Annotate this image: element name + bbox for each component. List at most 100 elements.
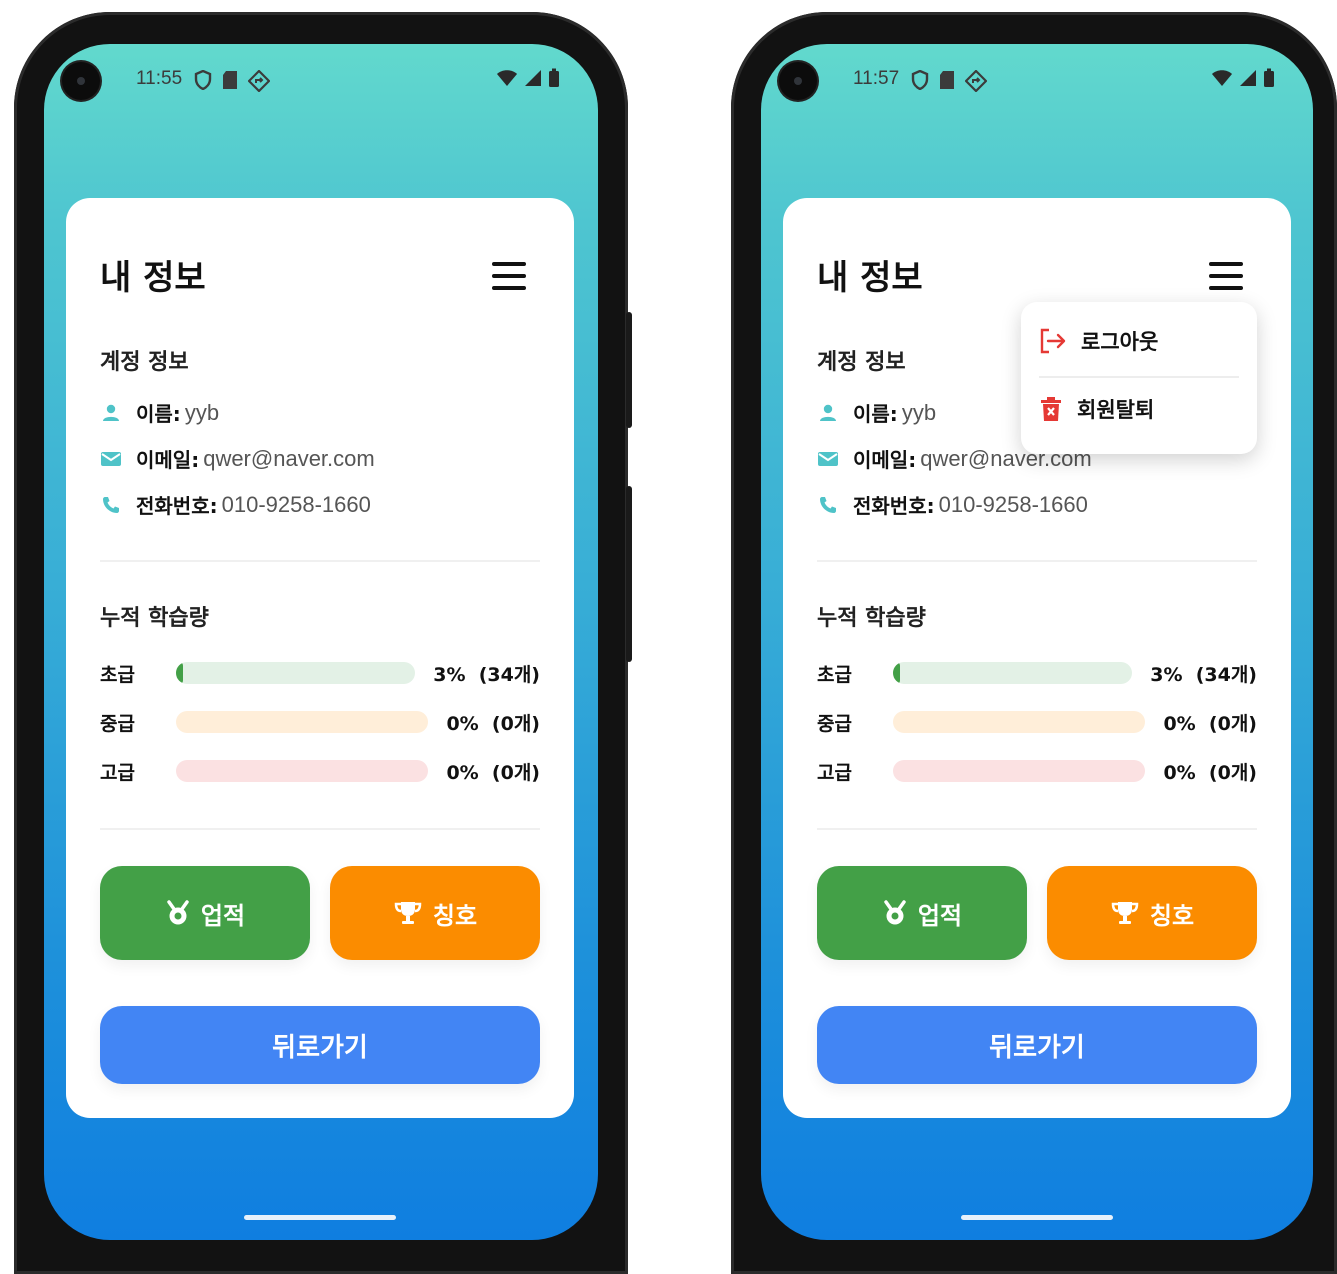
front-camera — [779, 62, 817, 100]
front-camera — [62, 62, 100, 100]
withdraw-menu-item[interactable]: 회원탈퇴 — [1039, 394, 1154, 424]
back-label: 뒤로가기 — [272, 1032, 368, 1063]
progress-fill — [176, 662, 184, 684]
divider — [817, 560, 1257, 562]
phone-icon — [100, 494, 122, 516]
email-row: 이메일: qwer@naver.com — [100, 444, 375, 473]
achievements-label: 업적 — [200, 901, 246, 930]
progress-track — [176, 662, 416, 684]
progress-track — [176, 711, 429, 733]
status-right-icons — [1211, 68, 1275, 88]
progress-text: 0% (0개) — [446, 712, 540, 735]
progress-label: 고급 — [817, 761, 852, 784]
progress-text: 3% (34개) — [1150, 663, 1257, 686]
menu-button[interactable] — [1209, 262, 1243, 290]
achievements-label: 업적 — [917, 901, 963, 930]
progress-row-intermediate: 중급 0% (0개) — [100, 707, 540, 737]
achievements-button[interactable]: 업적 — [817, 866, 1027, 960]
progress-row-beginner: 초급 3% (34개) — [100, 658, 540, 688]
shield-icon — [194, 70, 212, 90]
titles-button[interactable]: 칭호 — [330, 866, 540, 960]
profile-card: 내 정보 계정 정보 이름: yyb 이메일: qwer@naver.com 전… — [783, 198, 1291, 1118]
back-button[interactable]: 뒤로가기 — [100, 1006, 540, 1084]
wifi-icon — [1212, 70, 1232, 86]
back-label: 뒤로가기 — [989, 1032, 1085, 1063]
home-indicator[interactable] — [244, 1215, 396, 1220]
progress-row-advanced: 고급 0% (0개) — [100, 756, 540, 786]
location-icon — [965, 70, 987, 92]
account-section-title: 계정 정보 — [100, 350, 189, 375]
account-section-title: 계정 정보 — [817, 350, 906, 375]
location-icon — [248, 70, 270, 92]
name-value: yyb — [901, 399, 937, 425]
person-icon — [100, 402, 122, 424]
email-label: 이메일: — [136, 448, 200, 472]
phone-frame-left: 11:55 내 정보 계정 정보 이름: yyb 이메일: qwer@naver — [14, 12, 632, 1274]
progress-fill — [893, 662, 901, 684]
divider — [100, 560, 540, 562]
email-label: 이메일: — [853, 448, 917, 472]
signal-icon — [1240, 70, 1256, 86]
titles-label: 칭호 — [432, 901, 478, 930]
progress-text: 0% (0개) — [1163, 712, 1257, 735]
profile-card: 내 정보 계정 정보 이름: yyb 이메일: qwer@naver.com 전… — [66, 198, 574, 1118]
phone-label: 전화번호: — [853, 494, 935, 518]
progress-row-intermediate: 중급 0% (0개) — [817, 707, 1257, 737]
phone-icon — [817, 494, 839, 516]
progress-track — [893, 760, 1146, 782]
progress-text: 0% (0개) — [1163, 761, 1257, 784]
progress-text: 3% (34개) — [433, 663, 540, 686]
sd-card-icon — [223, 71, 237, 89]
titles-label: 칭호 — [1149, 901, 1195, 930]
menu-button[interactable] — [492, 262, 526, 290]
name-row: 이름: yyb — [100, 398, 219, 427]
progress-label: 고급 — [100, 761, 135, 784]
person-icon — [817, 402, 839, 424]
battery-icon — [1264, 68, 1274, 87]
progress-section-title: 누적 학습량 — [100, 606, 209, 631]
phone-value: 010-9258-1660 — [221, 491, 371, 517]
status-left-icons — [911, 70, 987, 92]
wifi-icon — [497, 70, 517, 86]
shield-icon — [911, 70, 929, 90]
phone-row: 전화번호: 010-9258-1660 — [817, 490, 1088, 519]
progress-label: 중급 — [100, 712, 135, 735]
signal-icon — [525, 70, 541, 86]
screen-right: 11:57 내 정보 계정 정보 이름: yyb 이메일: qwer@naver — [761, 44, 1313, 1240]
phone-row: 전화번호: 010-9258-1660 — [100, 490, 371, 519]
progress-label: 초급 — [100, 663, 135, 686]
back-button[interactable]: 뒤로가기 — [817, 1006, 1257, 1084]
mail-icon — [817, 448, 839, 470]
page-title: 내 정보 — [817, 258, 923, 298]
status-right-icons — [496, 68, 560, 88]
phone-label: 전화번호: — [136, 494, 218, 518]
divider — [100, 828, 540, 830]
battery-icon — [549, 68, 559, 87]
phone-frame-right: 11:57 내 정보 계정 정보 이름: yyb 이메일: qwer@naver — [731, 12, 1337, 1274]
email-value: qwer@naver.com — [203, 445, 375, 471]
menu-divider — [1039, 376, 1239, 378]
home-indicator[interactable] — [961, 1215, 1113, 1220]
medal-icon — [167, 900, 189, 925]
withdraw-label: 회원탈퇴 — [1077, 398, 1155, 422]
phone-value: 010-9258-1660 — [938, 491, 1088, 517]
achievements-button[interactable]: 업적 — [100, 866, 310, 960]
logout-menu-item[interactable]: 로그아웃 — [1039, 326, 1158, 356]
name-value: yyb — [184, 399, 220, 425]
options-dropdown-menu: 로그아웃 회원탈퇴 — [1021, 302, 1257, 454]
divider — [817, 828, 1257, 830]
status-time: 11:55 — [136, 68, 183, 89]
trophy-icon — [1111, 902, 1139, 924]
trash-icon — [1041, 397, 1061, 421]
logout-label: 로그아웃 — [1081, 330, 1159, 354]
status-left-icons — [194, 70, 270, 92]
mail-icon — [100, 448, 122, 470]
progress-label: 초급 — [817, 663, 852, 686]
medal-icon — [884, 900, 906, 925]
page-title: 내 정보 — [100, 258, 206, 298]
titles-button[interactable]: 칭호 — [1047, 866, 1257, 960]
progress-label: 중급 — [817, 712, 852, 735]
name-row: 이름: yyb — [817, 398, 936, 427]
volume-button — [626, 486, 632, 662]
power-button — [626, 312, 632, 428]
